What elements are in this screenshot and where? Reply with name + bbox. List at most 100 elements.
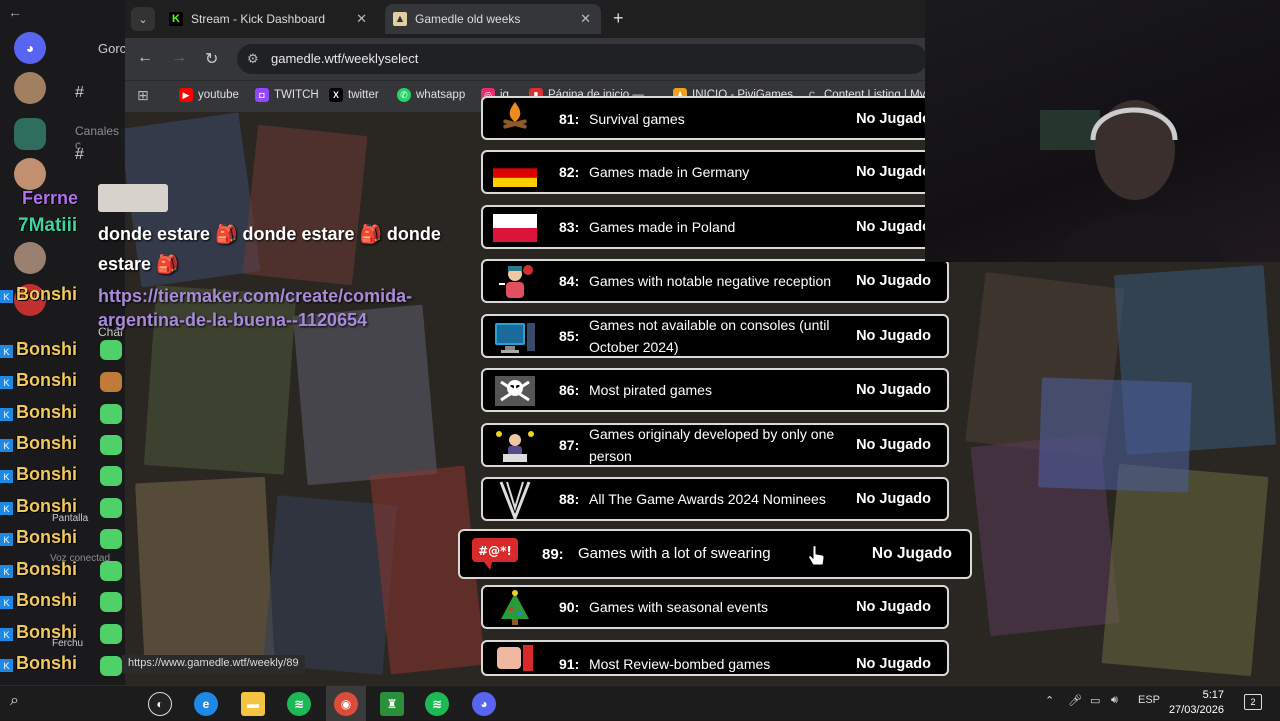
week-name: Games made in Poland [589, 219, 736, 235]
twitch-icon: ◘ [255, 88, 269, 102]
new-tab-icon[interactable]: + [613, 8, 624, 29]
week-row-84[interactable]: 84: Games with notable negative receptio… [481, 259, 949, 303]
kick-badge-icon: K [0, 659, 13, 672]
week-name: Most Review-bombed games [589, 656, 771, 672]
clock-date: 27/03/2026 [1168, 704, 1224, 716]
obs-icon[interactable]: ◐ [148, 692, 172, 716]
chat-link[interactable]: argentina-de-la-buena--1120654 [98, 308, 367, 332]
week-status: No Jugado [856, 491, 931, 507]
week-name: Survival games [589, 111, 685, 127]
edge-icon[interactable]: e [194, 692, 218, 716]
reload-icon[interactable]: ↻ [205, 49, 218, 69]
language-indicator[interactable]: ESP [1138, 694, 1160, 706]
week-status: No Jugado [856, 219, 931, 235]
emote-icon [100, 592, 122, 612]
close-icon[interactable]: ✕ [580, 11, 591, 27]
week-row-86[interactable]: 86: Most pirated games No Jugado [481, 368, 949, 412]
kick-badge-icon: K [0, 290, 13, 303]
chat-username: Bonshi [16, 402, 77, 422]
streamer-silhouette [1040, 100, 1225, 262]
tray-chevron-icon[interactable]: ⌃ [1045, 694, 1054, 707]
spotify-icon[interactable]: ≋ [287, 692, 311, 716]
tab-label: Gamedle old weeks [415, 12, 521, 26]
bookmark-whatsapp[interactable]: ✆ whatsapp [397, 88, 465, 102]
microphone-icon[interactable]: 🎤︎ [1068, 694, 1082, 707]
emote-icon [100, 435, 122, 455]
chat-username: Bonshi [16, 370, 77, 390]
youtube-icon: ▶ [179, 88, 193, 102]
back-arrow-icon[interactable]: ← [8, 4, 22, 20]
week-row-89[interactable]: #@*! 89: Games with a lot of swearing No… [458, 529, 972, 579]
week-row-85[interactable]: 85: Games not available on consoles (unt… [481, 314, 949, 358]
bookmark-youtube[interactable]: ▶ youtube [179, 88, 239, 102]
bookmark-label: TWITCH [274, 89, 319, 101]
week-row-83[interactable]: 83: Games made in Poland No Jugado [481, 205, 949, 249]
spotify-icon[interactable]: ≋ [425, 692, 449, 716]
close-icon[interactable]: ✕ [356, 11, 367, 27]
kick-badge-icon: K [0, 345, 13, 358]
kick-badge-icon: K [0, 408, 13, 421]
android-icon[interactable]: ♜ [380, 692, 404, 716]
back-icon[interactable]: ← [137, 49, 153, 67]
clock[interactable]: 5:17 27/03/2026 [1169, 688, 1224, 718]
server-avatar[interactable] [14, 72, 46, 104]
week-row-87[interactable]: 87: Games originaly developed by only on… [481, 423, 949, 467]
volume-icon[interactable]: 🔊︎ [1111, 694, 1118, 707]
forward-icon[interactable]: → [171, 49, 187, 67]
week-number: 89: [542, 545, 564, 563]
kick-badge-icon: K [0, 596, 13, 609]
solo-developer-icon [493, 429, 537, 463]
site-info-icon[interactable]: ⚙ [247, 51, 259, 67]
week-row-90[interactable]: 90: Games with seasonal events No Jugado [481, 585, 949, 629]
tab-gamedle[interactable]: ▲ Gamedle old weeks ✕ [385, 4, 601, 34]
address-bar[interactable]: ⚙ gamedle.wtf/weeklyselect [237, 44, 927, 74]
chat-link[interactable]: https://tiermaker.com/create/comida- [98, 284, 412, 308]
game-awards-icon [493, 481, 537, 519]
server-avatar[interactable] [14, 118, 46, 150]
germany-flag-icon [493, 156, 537, 190]
file-explorer-icon[interactable]: ▬ [241, 692, 265, 716]
search-icon[interactable]: ⌕ [10, 692, 19, 710]
network-icon[interactable]: ▭ [1090, 694, 1100, 707]
week-row-91[interactable]: 91: Most Review-bombed games No Jugado [481, 640, 949, 676]
chat-username: 7Matiii [18, 215, 78, 236]
discord-icon[interactable]: ◕ [472, 692, 496, 716]
chat-username: Bonshi [16, 339, 77, 359]
chat-username: Bonshi [16, 527, 77, 547]
chrome-icon[interactable]: ◉ [334, 692, 358, 716]
week-number: 85: [559, 328, 580, 344]
discord-home-icon[interactable]: ◕ [14, 32, 46, 64]
week-status: No Jugado [856, 111, 931, 127]
kick-badge-icon: K [0, 439, 13, 452]
tab-search-icon[interactable]: ⌄ [131, 7, 155, 31]
apps-grid-icon[interactable]: ⊞ [137, 87, 149, 104]
week-name: Games with notable negative reception [589, 273, 832, 289]
poland-flag-icon [493, 211, 537, 245]
christmas-tree-icon [493, 590, 537, 625]
week-row-81[interactable]: 81: Survival games No Jugado [481, 96, 949, 140]
week-row-88[interactable]: 88: All The Game Awards 2024 Nominees No… [481, 477, 949, 521]
week-name: Games with a lot of swearing [578, 545, 771, 562]
server-avatar[interactable] [14, 158, 46, 190]
week-number: 81: [559, 111, 580, 127]
week-status: No Jugado [856, 437, 931, 453]
week-row-82[interactable]: 82: Games made in Germany No Jugado [481, 150, 949, 194]
bookmark-twitter[interactable]: Xtwitter [329, 88, 379, 102]
bookmark-twitch[interactable]: ◘ TWITCH [255, 88, 319, 102]
clock-time: 5:17 [1202, 689, 1224, 701]
kick-badge-icon: K [0, 628, 13, 641]
server-avatar[interactable] [14, 242, 46, 274]
bookmark-label: twitter [348, 89, 379, 101]
channel-label[interactable]: Gorc [98, 41, 126, 56]
url-text: gamedle.wtf/weeklyselect [271, 51, 419, 66]
thumbs-down-icon [493, 642, 537, 674]
emote-icon [100, 529, 122, 549]
chat-username: Bonshi [16, 559, 77, 579]
tab-kick-dashboard[interactable]: K Stream - Kick Dashboard ✕ [161, 4, 377, 34]
campfire-icon [493, 98, 537, 132]
emote-icon [100, 466, 122, 486]
week-number: 87: [559, 437, 580, 453]
week-number: 88: [559, 491, 580, 507]
windows-taskbar: ⌕ ◐ e ▬ ≋ ◉ ♜ ≋ ◕ ⌃ 🎤︎ ▭ 🔊︎ ESP 5:17 27/… [0, 685, 1280, 721]
notification-icon[interactable]: 2 [1244, 694, 1262, 710]
